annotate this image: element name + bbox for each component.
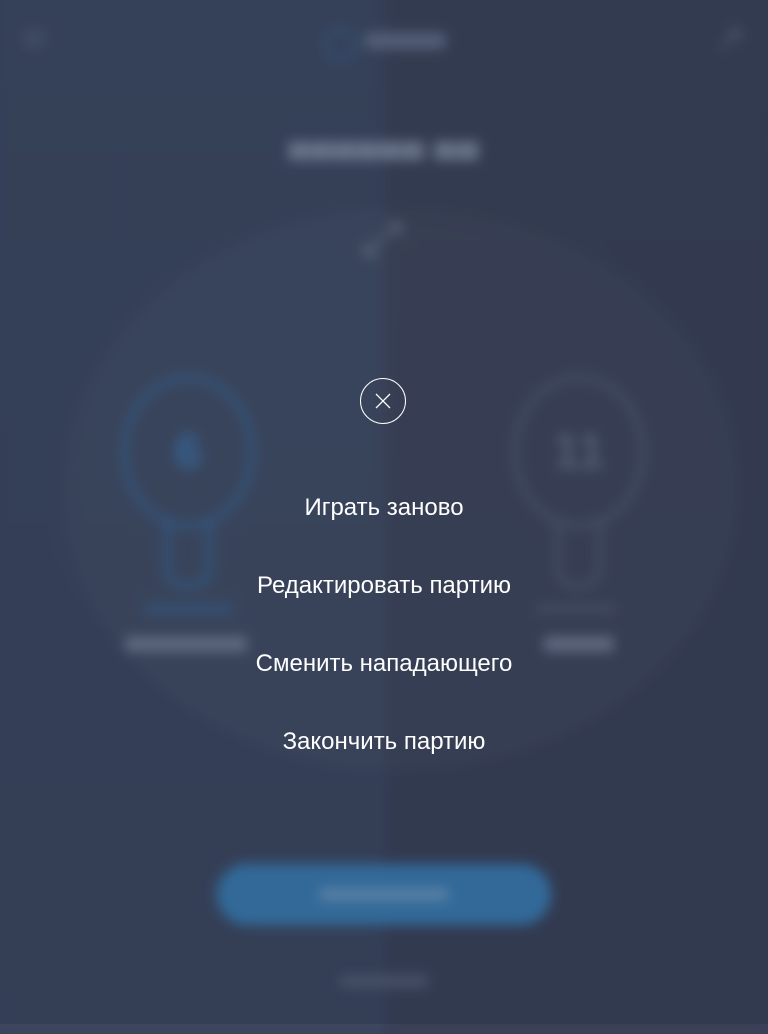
finish-game-item[interactable]: Закончить партию [0, 724, 768, 802]
restart-game-item[interactable]: Играть заново [0, 490, 768, 568]
close-icon [375, 393, 391, 409]
edit-game-item[interactable]: Редактировать партию [0, 568, 768, 646]
switch-server-item[interactable]: Сменить нападающего [0, 646, 768, 724]
close-button[interactable] [360, 378, 406, 424]
menu-overlay: Играть заново Редактировать партию Смени… [0, 0, 768, 1024]
overlay-menu: Играть заново Редактировать партию Смени… [0, 490, 768, 802]
